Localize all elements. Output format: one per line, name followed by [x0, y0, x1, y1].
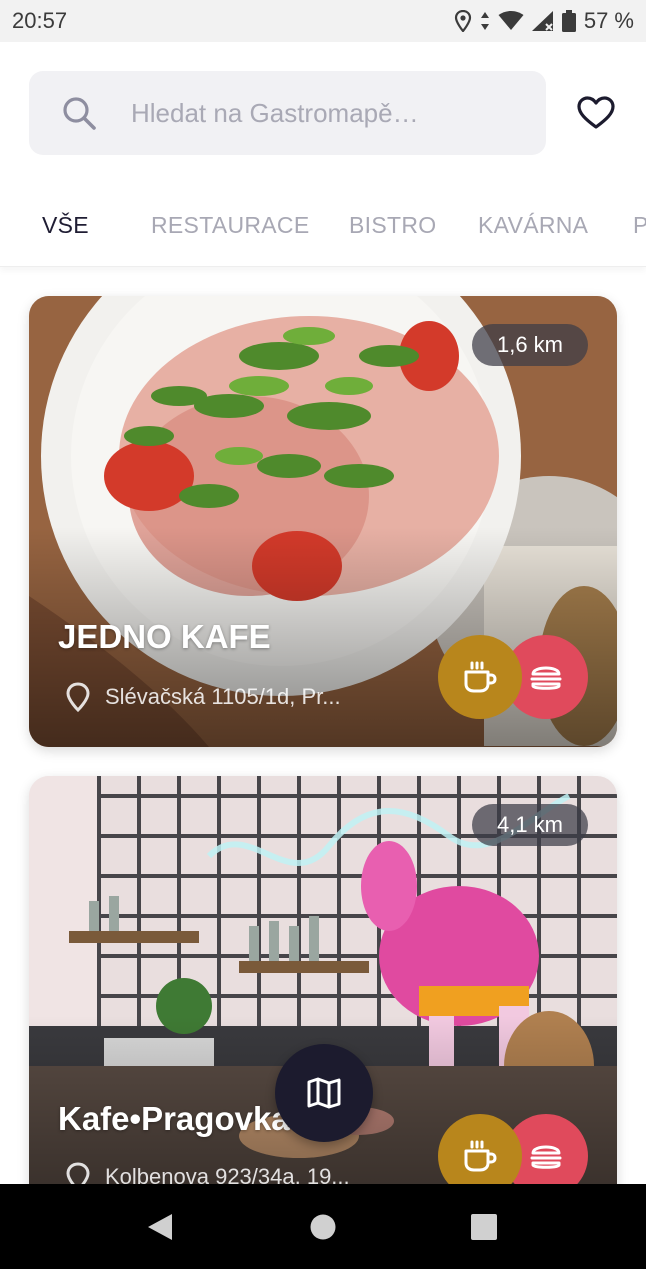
- wifi-icon: [498, 11, 524, 30]
- place-card[interactable]: 4,1 km Kafe•Pragovka Kolbenova 923/34a, …: [29, 776, 617, 1236]
- search-bar[interactable]: [29, 71, 546, 155]
- status-bar: 20:57 57 %: [0, 0, 646, 42]
- burger-icon: [530, 1145, 562, 1169]
- tab-kavarna[interactable]: KAVÁRNA: [478, 212, 588, 239]
- recents-square-icon: [471, 1213, 497, 1240]
- favorites-button[interactable]: [570, 88, 622, 138]
- search-input[interactable]: [129, 96, 473, 130]
- coffee-icon: [464, 1140, 497, 1172]
- place-name: Kafe•Pragovka: [58, 1100, 290, 1137]
- category-tabs: VŠE RESTAURACE BISTRO KAVÁRNA P: [0, 190, 646, 267]
- recents-button[interactable]: [444, 1184, 524, 1269]
- home-circle-icon: [310, 1214, 336, 1239]
- coffee-category-badge: [438, 635, 522, 719]
- tab-bistro[interactable]: BISTRO: [349, 212, 436, 239]
- tab-all[interactable]: VŠE: [42, 212, 89, 239]
- battery-percent: 57 %: [583, 8, 634, 33]
- map-icon: [307, 1077, 341, 1109]
- address-text: Slévačská 1105/1d, Pr...: [105, 684, 341, 709]
- distance-badge: 4,1 km: [472, 804, 588, 846]
- status-icons: 57 %: [454, 8, 634, 34]
- search-icon: [63, 97, 96, 130]
- back-triangle-icon: [148, 1213, 172, 1240]
- battery-icon: [561, 10, 576, 32]
- status-time: 20:57: [12, 8, 68, 33]
- place-address: Slévačská 1105/1d, Pr...: [65, 682, 341, 712]
- place-card[interactable]: 1,6 km JEDNO KAFE Slévačská 1105/1d, Pr.…: [29, 296, 617, 747]
- tab-partial[interactable]: P: [633, 212, 646, 239]
- coffee-icon: [464, 661, 497, 693]
- burger-icon: [530, 666, 562, 690]
- heart-icon: [577, 96, 615, 129]
- location-icon: [454, 10, 471, 32]
- map-view-button[interactable]: [275, 1044, 373, 1142]
- place-name: JEDNO KAFE: [58, 618, 271, 655]
- home-button[interactable]: [283, 1184, 363, 1269]
- location-pin-icon: [66, 682, 90, 712]
- distance-badge: 1,6 km: [472, 324, 588, 366]
- signal-icon: [531, 11, 553, 31]
- tab-restaurace[interactable]: RESTAURACE: [151, 212, 310, 239]
- system-nav-bar: [0, 1184, 646, 1269]
- back-button[interactable]: [120, 1184, 200, 1269]
- data-arrows-icon: [480, 12, 489, 30]
